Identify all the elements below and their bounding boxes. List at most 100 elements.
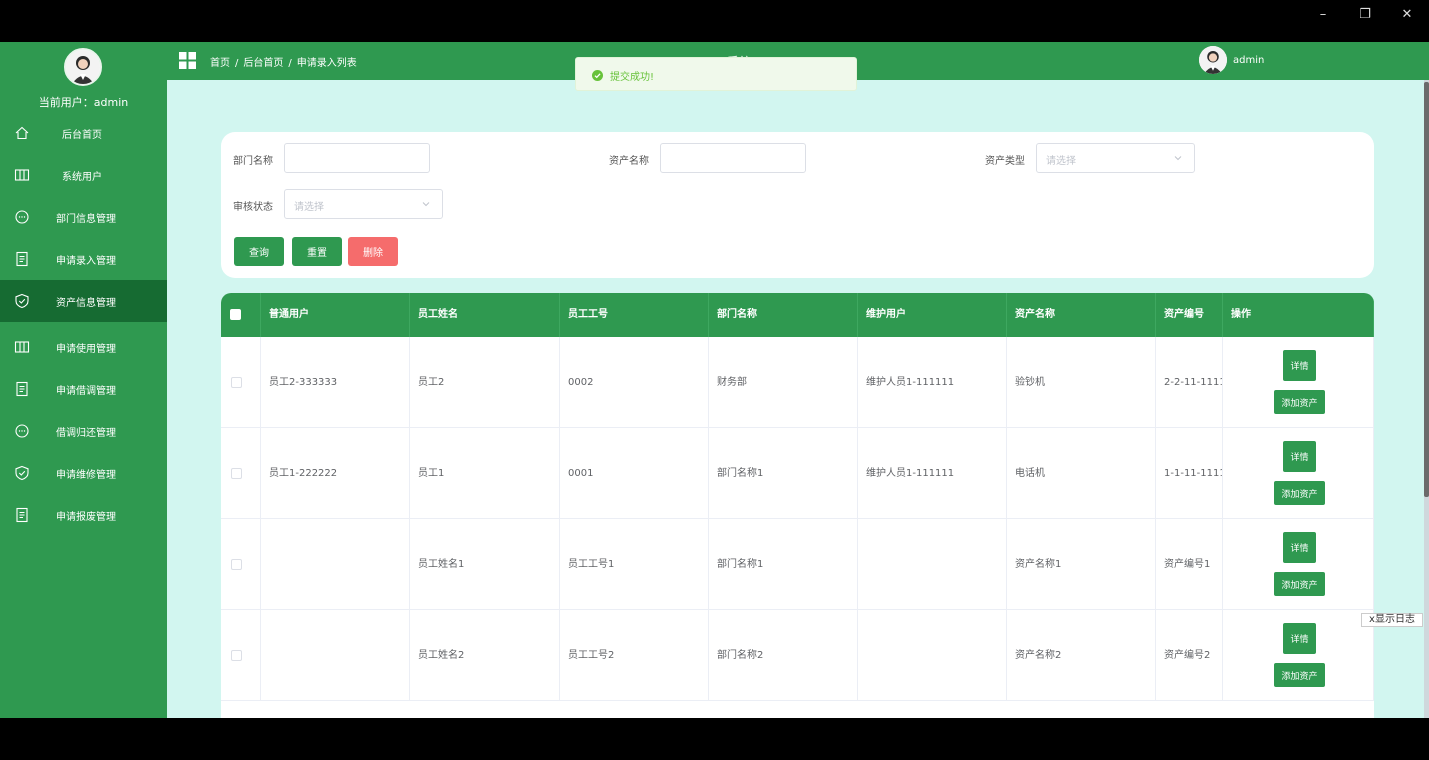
table-cell: 电话机 (1007, 428, 1156, 519)
home-icon (15, 126, 29, 140)
table-cell: 资产编号1 (1156, 519, 1223, 610)
document-icon (16, 381, 28, 397)
sidebar-item-label: 借调归还管理 (56, 428, 116, 439)
action-cell: 详情 添加资产 (1223, 428, 1374, 519)
add-asset-button[interactable]: 添加资产 (1274, 481, 1325, 505)
delete-button[interactable]: 删除 (348, 237, 398, 266)
table-cell: 1-1-11-1111 (1156, 428, 1223, 519)
row-checkbox[interactable] (231, 377, 242, 388)
add-asset-button[interactable]: 添加资产 (1274, 663, 1325, 687)
top-avatar[interactable] (1199, 46, 1227, 74)
reset-button[interactable]: 重置 (292, 237, 342, 266)
action-cell: 详情 添加资产 (1223, 337, 1374, 428)
sidebar-item-5[interactable]: 申请使用管理 (0, 326, 167, 368)
table-cell (261, 519, 410, 610)
column-header[interactable]: 操作 (1223, 293, 1374, 337)
grid-menu-icon[interactable] (179, 52, 196, 69)
table-cell: 验钞机 (1007, 337, 1156, 428)
row-checkbox[interactable] (231, 559, 242, 570)
table-cell: 2-2-11-1111 (1156, 337, 1223, 428)
sidebar-item-8[interactable]: 申请维修管理 (0, 452, 167, 494)
column-header[interactable]: 资产编号 (1156, 293, 1223, 337)
column-header[interactable]: 员工姓名 (410, 293, 560, 337)
asset-name-label: 资产名称 (609, 156, 649, 167)
table-cell: 0002 (560, 337, 709, 428)
detail-button[interactable]: 详情 (1283, 350, 1316, 381)
toast-message: 提交成功! (610, 72, 655, 83)
column-header[interactable]: 维护用户 (858, 293, 1007, 337)
asset-name-input[interactable] (660, 143, 806, 173)
select-all-checkbox[interactable] (230, 309, 241, 320)
sidebar-menu: 后台首页系统用户部门信息管理申请录入管理 资产信息管理申请使用管理申请借调管理借调… (0, 112, 167, 536)
chat-icon (15, 210, 29, 224)
sidebar-item-6[interactable]: 申请借调管理 (0, 368, 167, 410)
sidebar-item-3[interactable]: 申请录入管理 (0, 238, 167, 280)
avatar (64, 48, 102, 86)
row-checkbox-cell (221, 337, 261, 428)
chevron-down-icon (1174, 156, 1182, 161)
search-form: 部门名称 资产名称 资产类型 请选择 审核状态 请选择 查询 重置 删除 (221, 132, 1374, 278)
table-cell: 员工2 (410, 337, 560, 428)
table-row: 员工2-333333 员工2 0002 财务部 维护人员1-111111 验钞机 2-2-1… (221, 337, 1374, 428)
breadcrumb-dashboard[interactable]: 后台首页 (243, 58, 283, 69)
sidebar-item-label: 后台首页 (62, 130, 102, 141)
add-asset-button[interactable]: 添加资产 (1274, 390, 1325, 414)
avatar-icon (1199, 46, 1227, 74)
row-checkbox[interactable] (231, 650, 242, 661)
sidebar-item-4[interactable]: 资产信息管理 (0, 280, 167, 322)
query-button[interactable]: 查询 (234, 237, 284, 266)
table-cell (261, 610, 410, 701)
column-header[interactable]: 员工工号 (560, 293, 709, 337)
breadcrumb-home[interactable]: 首页 (210, 58, 230, 69)
table-cell: 员工2-333333 (261, 337, 410, 428)
top-username[interactable]: admin (1233, 55, 1264, 66)
detail-button[interactable]: 详情 (1283, 441, 1316, 472)
sidebar-item-2[interactable]: 部门信息管理 (0, 196, 167, 238)
asset-type-select[interactable]: 请选择 (1036, 143, 1195, 173)
table-cell: 维护人员1-111111 (858, 428, 1007, 519)
asset-type-label: 资产类型 (985, 156, 1025, 167)
breadcrumb-current: 申请录入列表 (296, 58, 357, 69)
minimize-button[interactable]: – (1308, 4, 1338, 26)
chat-icon (15, 424, 29, 438)
table-cell: 资产名称2 (1007, 610, 1156, 701)
audit-status-select[interactable]: 请选择 (284, 189, 443, 219)
breadcrumb-separator: / (288, 58, 292, 69)
show-log-button[interactable]: x显示日志 (1361, 613, 1423, 627)
sidebar-item-7[interactable]: 借调归还管理 (0, 410, 167, 452)
app-root: 当前用户：admin 后台首页 系统用户 部门信息管理 申请录入管理 资产信息管理 申请使… (0, 42, 1429, 718)
table-cell: 员工1-222222 (261, 428, 410, 519)
check-circle-icon (592, 70, 603, 81)
sidebar-item-label: 部门信息管理 (56, 214, 116, 225)
detail-button[interactable]: 详情 (1283, 532, 1316, 563)
restore-button[interactable]: ❐ (1350, 4, 1380, 26)
data-table: 普通用户 员工姓名 员工工号 部门名称 维护用户 资产名称 资产编号 操作 员工2-33333… (221, 293, 1374, 718)
table-cell: 员工姓名2 (410, 610, 560, 701)
asset-type-placeholder: 请选择 (1046, 156, 1076, 167)
column-header[interactable]: 普通用户 (261, 293, 410, 337)
detail-button[interactable]: 详情 (1283, 623, 1316, 654)
audit-status-label: 审核状态 (233, 202, 273, 213)
table-cell: 财务部 (709, 337, 858, 428)
sidebar-item-0[interactable]: 后台首页 (0, 112, 167, 154)
sidebar-item-1[interactable]: 系统用户 (0, 154, 167, 196)
table-cell: 员工1 (410, 428, 560, 519)
sidebar-item-9[interactable]: 申请报废管理 (0, 494, 167, 536)
sidebar-item-label: 申请维修管理 (56, 470, 116, 481)
shield-icon (15, 293, 29, 309)
sidebar-item-label: 系统用户 (62, 172, 102, 183)
table-cell: 0001 (560, 428, 709, 519)
table-cell: 部门名称1 (709, 519, 858, 610)
column-header[interactable]: 资产名称 (1007, 293, 1156, 337)
breadcrumb-separator: / (235, 58, 239, 69)
dept-name-label: 部门名称 (233, 156, 273, 167)
breadcrumb: 首页 / 后台首页 / 申请录入列表 (210, 54, 357, 69)
scrollbar-thumb[interactable] (1424, 82, 1429, 497)
close-button[interactable]: ✕ (1392, 4, 1422, 26)
add-asset-button[interactable]: 添加资产 (1274, 572, 1325, 596)
column-header[interactable]: 部门名称 (709, 293, 858, 337)
dept-name-input[interactable] (284, 143, 430, 173)
table-cell: 部门名称2 (709, 610, 858, 701)
row-checkbox[interactable] (231, 468, 242, 479)
sidebar-item-label: 申请使用管理 (56, 344, 116, 355)
